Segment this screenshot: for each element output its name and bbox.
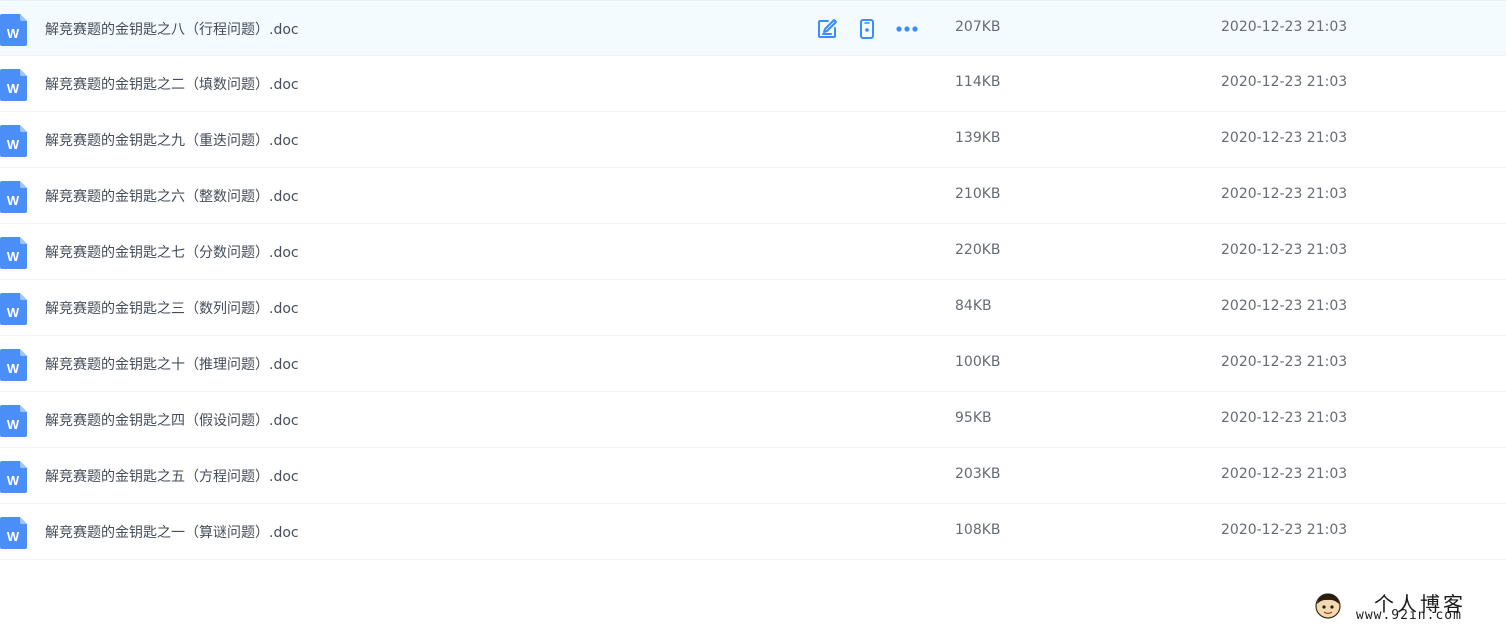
file-name[interactable]: 解竞赛题的金钥匙之四（假设问题）.doc	[45, 410, 299, 430]
svg-text:W: W	[7, 249, 20, 264]
file-modified-time: 2020-12-23 21:03	[1221, 354, 1348, 370]
file-size: 207KB	[955, 19, 1001, 35]
file-name[interactable]: 解竞赛题的金钥匙之七（分数问题）.doc	[45, 242, 299, 262]
file-list: W 解竞赛题的金钥匙之八（行程问题）.doc 207KB 2020-12-23 …	[0, 0, 1506, 560]
file-name[interactable]: 解竞赛题的金钥匙之一（算谜问题）.doc	[45, 522, 299, 542]
file-name[interactable]: 解竞赛题的金钥匙之八（行程问题）.doc	[45, 19, 299, 39]
word-doc-icon: W	[0, 461, 27, 493]
file-size: 114KB	[955, 74, 1001, 90]
file-row[interactable]: W 解竞赛题的金钥匙之十（推理问题）.doc 100KB 2020-12-23 …	[0, 336, 1506, 392]
file-row[interactable]: W 解竞赛题的金钥匙之二（填数问题）.doc 114KB 2020-12-23 …	[0, 56, 1506, 112]
word-doc-icon: W	[0, 237, 27, 269]
svg-text:W: W	[7, 473, 20, 488]
word-doc-icon: W	[0, 181, 27, 213]
file-size: 210KB	[955, 186, 1001, 202]
svg-text:W: W	[7, 305, 20, 320]
file-row[interactable]: W 解竞赛题的金钥匙之五（方程问题）.doc 203KB 2020-12-23 …	[0, 448, 1506, 504]
file-size: 220KB	[955, 242, 1001, 258]
file-modified-time: 2020-12-23 21:03	[1221, 186, 1348, 202]
svg-text:W: W	[7, 193, 20, 208]
file-modified-time: 2020-12-23 21:03	[1221, 130, 1348, 146]
file-size: 95KB	[955, 410, 992, 426]
file-modified-time: 2020-12-23 21:03	[1221, 466, 1348, 482]
file-name[interactable]: 解竞赛题的金钥匙之九（重迭问题）.doc	[45, 130, 299, 150]
file-size: 108KB	[955, 522, 1001, 538]
svg-text:W: W	[7, 529, 20, 544]
file-row[interactable]: W 解竞赛题的金钥匙之六（整数问题）.doc 210KB 2020-12-23 …	[0, 168, 1506, 224]
file-name[interactable]: 解竞赛题的金钥匙之二（填数问题）.doc	[45, 74, 299, 94]
file-size: 139KB	[955, 130, 1001, 146]
file-row[interactable]: W 解竞赛题的金钥匙之九（重迭问题）.doc 139KB 2020-12-23 …	[0, 112, 1506, 168]
file-modified-time: 2020-12-23 21:03	[1221, 242, 1348, 258]
edit-icon[interactable]	[815, 17, 839, 41]
word-doc-icon: W	[0, 69, 27, 101]
file-modified-time: 2020-12-23 21:03	[1221, 19, 1348, 35]
file-name[interactable]: 解竞赛题的金钥匙之十（推理问题）.doc	[45, 354, 299, 374]
file-size: 100KB	[955, 354, 1001, 370]
file-name[interactable]: 解竞赛题的金钥匙之五（方程问题）.doc	[45, 466, 299, 486]
word-doc-icon: W	[0, 125, 27, 157]
svg-text:W: W	[7, 361, 20, 376]
word-doc-icon: W	[0, 349, 27, 381]
file-modified-time: 2020-12-23 21:03	[1221, 522, 1348, 538]
file-row[interactable]: W 解竞赛题的金钥匙之七（分数问题）.doc 220KB 2020-12-23 …	[0, 224, 1506, 280]
svg-text:W: W	[7, 26, 20, 41]
svg-text:W: W	[7, 137, 20, 152]
file-row[interactable]: W 解竞赛题的金钥匙之一（算谜问题）.doc 108KB 2020-12-23 …	[0, 504, 1506, 560]
file-row[interactable]: W 解竞赛题的金钥匙之四（假设问题）.doc 95KB 2020-12-23 2…	[0, 392, 1506, 448]
avatar-icon	[1315, 593, 1341, 619]
row-actions	[815, 17, 935, 41]
word-doc-icon: W	[0, 14, 27, 46]
file-modified-time: 2020-12-23 21:03	[1221, 74, 1348, 90]
phone-icon[interactable]	[855, 17, 879, 41]
svg-text:W: W	[7, 81, 20, 96]
blog-watermark: 个人博客 www.92in.com	[1312, 588, 1492, 624]
more-icon[interactable]	[895, 17, 919, 41]
watermark-url: www.92in.com	[1356, 608, 1462, 623]
svg-text:W: W	[7, 417, 20, 432]
file-modified-time: 2020-12-23 21:03	[1221, 410, 1348, 426]
file-size: 84KB	[955, 298, 992, 314]
word-doc-icon: W	[0, 293, 27, 325]
file-row[interactable]: W 解竞赛题的金钥匙之三（数列问题）.doc 84KB 2020-12-23 2…	[0, 280, 1506, 336]
word-doc-icon: W	[0, 405, 27, 437]
file-name[interactable]: 解竞赛题的金钥匙之六（整数问题）.doc	[45, 186, 299, 206]
file-row[interactable]: W 解竞赛题的金钥匙之八（行程问题）.doc 207KB 2020-12-23 …	[0, 0, 1506, 56]
file-size: 203KB	[955, 466, 1001, 482]
file-modified-time: 2020-12-23 21:03	[1221, 298, 1348, 314]
file-name[interactable]: 解竞赛题的金钥匙之三（数列问题）.doc	[45, 298, 299, 318]
word-doc-icon: W	[0, 517, 27, 549]
